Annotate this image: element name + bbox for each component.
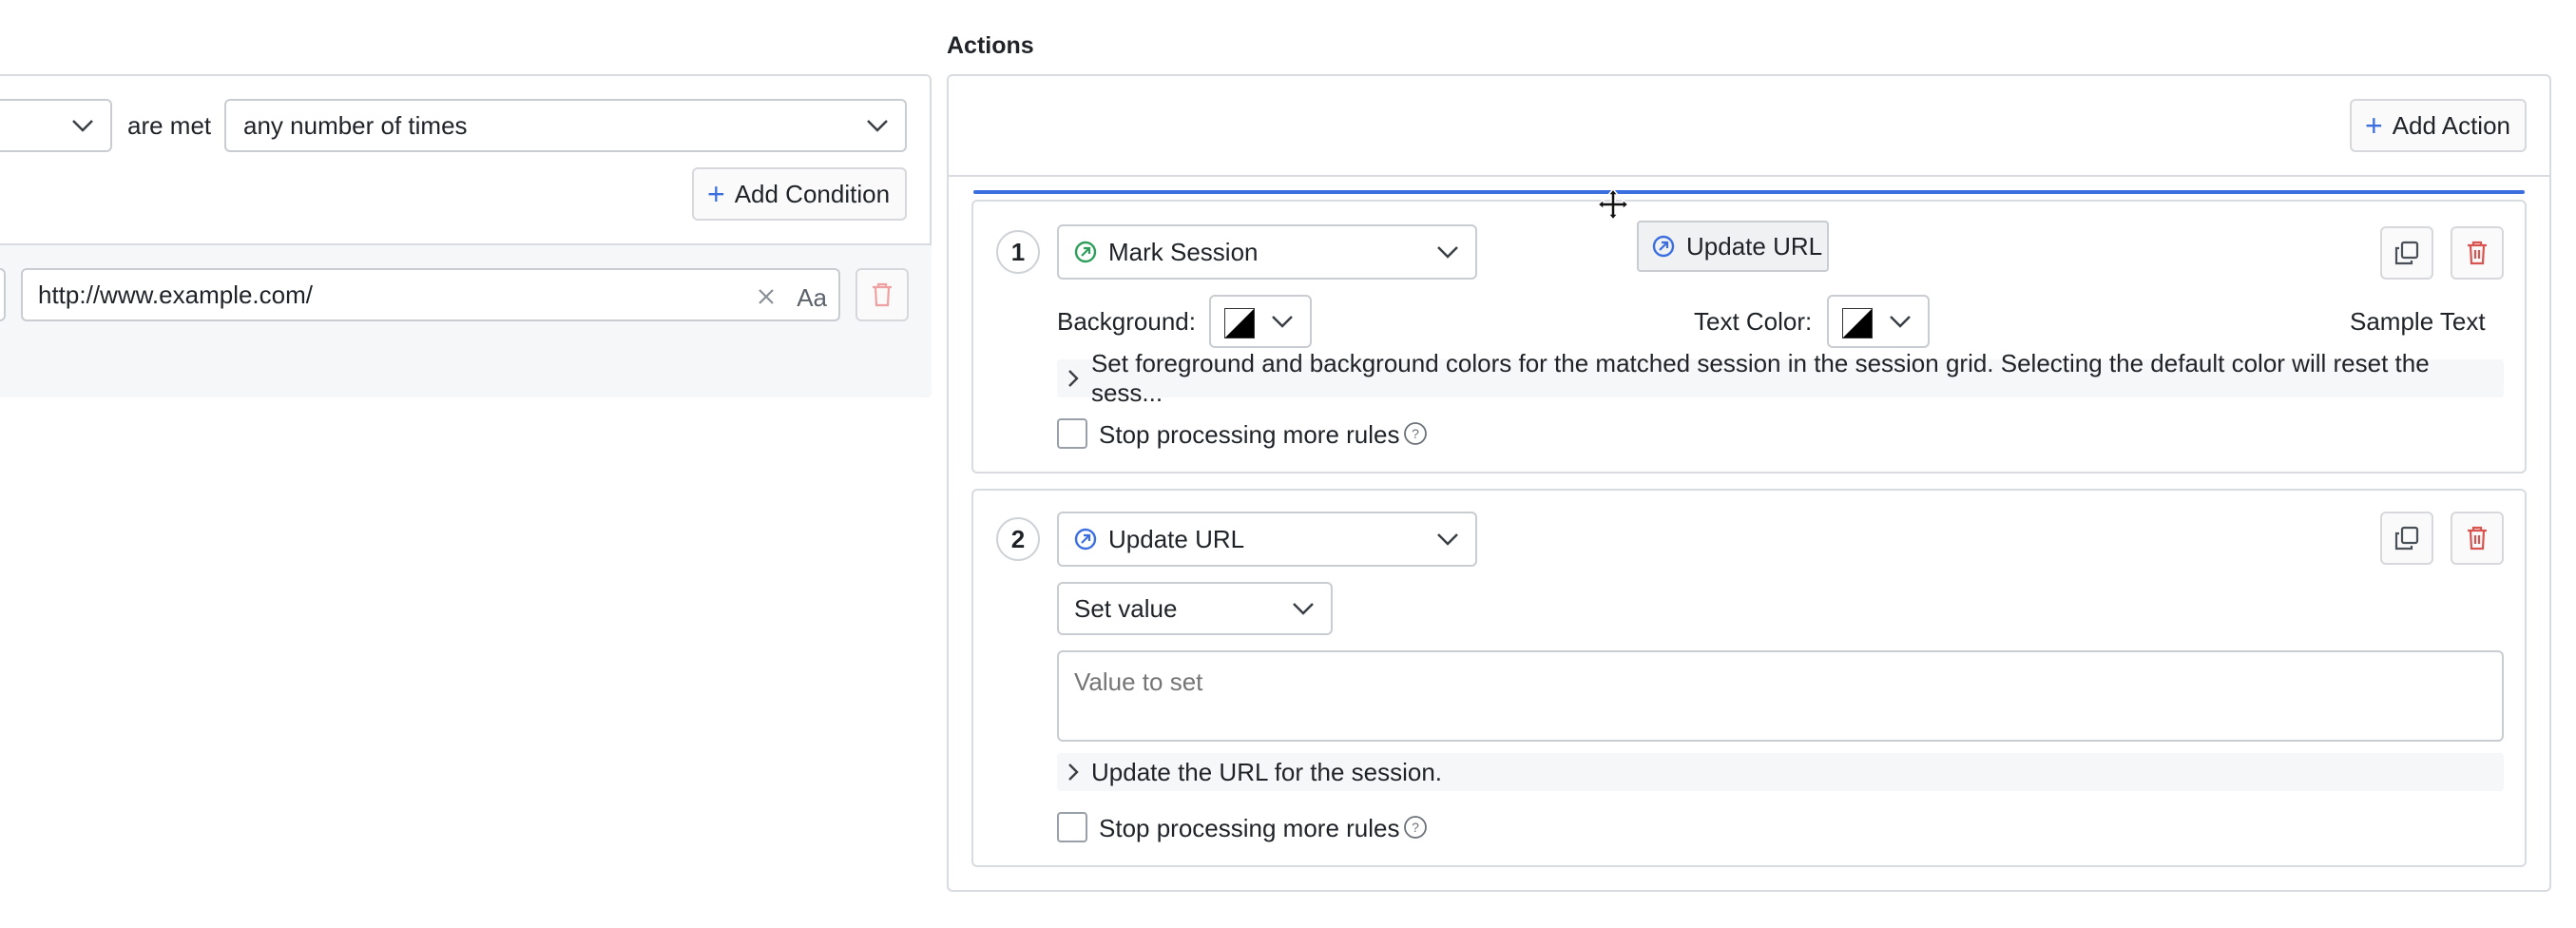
action-number: 2 <box>996 517 1040 561</box>
action-type-value: Update URL <box>1108 524 1245 553</box>
stop-processing-checkbox[interactable] <box>1057 812 1087 842</box>
stop-processing-checkbox[interactable] <box>1057 418 1087 449</box>
action-description[interactable]: Set foreground and background colors for… <box>1057 349 2504 407</box>
action-type-value: Mark Session <box>1108 237 1259 266</box>
add-action-label: Add Action <box>2392 110 2510 140</box>
drag-ghost-label: Update URL <box>1686 231 1823 261</box>
duplicate-action-button[interactable] <box>2380 226 2433 280</box>
text-color-label: Text Color: <box>1694 307 1813 336</box>
svg-text:?: ? <box>1412 426 1419 441</box>
add-condition-label: Add Condition <box>734 179 891 208</box>
are-met-label: are met <box>127 111 212 140</box>
stop-processing-label: Stop processing more rules <box>1099 814 1400 842</box>
plus-icon: + <box>707 177 725 211</box>
action-number: 1 <box>996 230 1040 274</box>
trash-icon <box>2468 241 2487 265</box>
clear-icon[interactable] <box>757 287 776 306</box>
description-text: Set foreground and background colors for… <box>1090 349 2430 407</box>
chevron-down-icon <box>867 120 888 132</box>
match-case-icon[interactable]: Aa <box>797 283 827 313</box>
background-color-select[interactable] <box>1209 295 1312 348</box>
drop-indicator <box>973 190 2525 194</box>
text-color-select[interactable] <box>1827 295 1930 348</box>
actions-header-divider <box>949 175 2549 177</box>
chevron-right-icon <box>1068 764 1079 781</box>
svg-text:?: ? <box>1412 820 1419 835</box>
actions-title: Actions <box>947 32 1034 59</box>
chevron-down-icon <box>72 120 93 132</box>
value-to-set-input[interactable] <box>1057 650 2504 742</box>
action-type-select[interactable]: Mark Session <box>1057 224 1477 280</box>
chevron-down-icon <box>1890 316 1911 328</box>
plus-icon: + <box>2365 108 2383 143</box>
sample-text-preview: Sample Text <box>2350 307 2486 336</box>
color-swatch-icon <box>1224 308 1255 338</box>
delete-action-button[interactable] <box>2451 226 2504 280</box>
description-text: Update the URL for the session. <box>1091 757 1443 786</box>
help-icon[interactable]: ? <box>1403 815 1428 840</box>
add-condition-button[interactable]: + Add Condition <box>692 167 907 221</box>
delete-action-button[interactable] <box>2451 512 2504 565</box>
chevron-down-icon <box>1293 603 1314 615</box>
copy-icon <box>2394 526 2419 551</box>
trash-icon <box>2468 526 2487 551</box>
trash-icon <box>873 282 892 307</box>
url-value: http://www.example.com/ <box>38 280 313 309</box>
help-icon[interactable]: ? <box>1403 421 1428 446</box>
update-url-icon <box>1652 235 1675 258</box>
condition-operator-select[interactable] <box>0 268 6 321</box>
chevron-down-icon <box>1272 316 1293 328</box>
mark-session-icon <box>1074 241 1097 263</box>
delete-condition-button[interactable] <box>855 268 909 321</box>
background-label: Background: <box>1057 307 1196 336</box>
add-action-button[interactable]: + Add Action <box>2350 99 2527 152</box>
copy-icon <box>2394 241 2419 265</box>
move-cursor-icon <box>1597 188 1629 221</box>
chevron-down-icon <box>1437 246 1458 259</box>
chevron-down-icon <box>1437 533 1458 546</box>
stop-processing-label: Stop processing more rules <box>1099 420 1400 449</box>
chevron-right-icon <box>1068 370 1079 387</box>
frequency-value: any number of times <box>243 110 468 140</box>
update-mode-select[interactable]: Set value <box>1057 582 1333 635</box>
update-mode-value: Set value <box>1074 593 1178 623</box>
action-description[interactable]: Update the URL for the session. <box>1057 753 2504 791</box>
duplicate-action-button[interactable] <box>2380 512 2433 565</box>
drag-ghost: Update URL <box>1637 221 1829 272</box>
update-url-icon <box>1074 528 1097 551</box>
action-type-select[interactable]: Update URL <box>1057 512 1477 567</box>
frequency-select[interactable]: any number of times <box>224 99 907 152</box>
condition-match-select[interactable] <box>0 99 112 152</box>
color-swatch-icon <box>1842 308 1873 338</box>
url-input[interactable]: http://www.example.com/ Aa <box>21 268 840 321</box>
